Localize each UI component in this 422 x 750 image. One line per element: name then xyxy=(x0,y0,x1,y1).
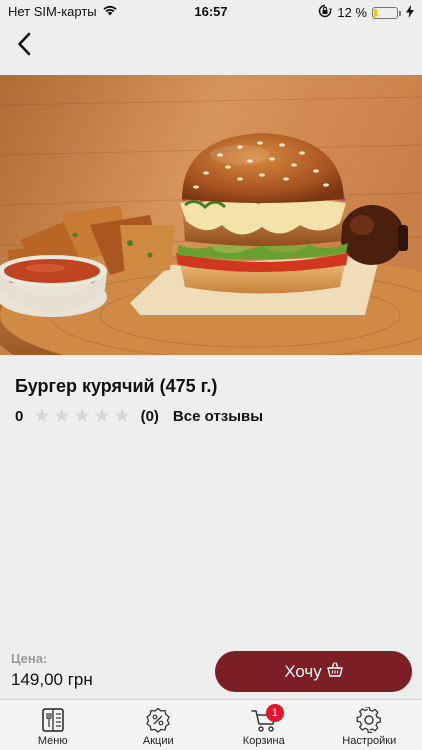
status-right: 12 % xyxy=(318,4,414,21)
basket-icon xyxy=(327,661,343,682)
battery-percent: 12 % xyxy=(337,5,367,20)
battery-icon xyxy=(372,6,401,19)
want-button-label: Хочу xyxy=(284,661,322,681)
star-icon: ★ xyxy=(113,405,131,427)
chevron-left-icon xyxy=(17,32,31,61)
tab-bar: Меню Акции 1 Корзина Настройки xyxy=(0,699,422,750)
cart-icon: 1 xyxy=(249,704,284,733)
rating-row: 0 ★ ★ ★ ★ ★ (0) Все отзывы xyxy=(15,406,263,426)
orientation-lock-icon xyxy=(318,4,333,21)
nav-bar xyxy=(0,22,422,74)
rating-value: 0 xyxy=(15,407,24,425)
tab-cart[interactable]: 1 Корзина xyxy=(211,700,317,750)
tab-settings[interactable]: Настройки xyxy=(317,700,422,750)
gear-icon xyxy=(354,707,384,733)
tab-promotions[interactable]: Акции xyxy=(106,700,212,750)
cart-badge: 1 xyxy=(265,704,284,722)
all-reviews-link[interactable]: Все отзывы xyxy=(173,408,263,425)
percent-badge-icon xyxy=(143,707,173,733)
tab-menu-label: Меню xyxy=(37,735,68,747)
tab-settings-label: Настройки xyxy=(342,735,397,747)
back-button[interactable] xyxy=(6,28,42,64)
price-label: Цена: xyxy=(11,651,48,666)
burger-photo xyxy=(0,75,422,355)
star-icon: ★ xyxy=(33,405,51,427)
tab-promotions-label: Акции xyxy=(142,735,174,747)
star-icon: ★ xyxy=(93,405,111,427)
price-value: 149,00 грн xyxy=(11,670,93,689)
product-title: Бургер курячий (475 г.) xyxy=(15,376,218,396)
want-button[interactable]: Хочу xyxy=(215,651,412,692)
menu-book-icon xyxy=(38,707,68,733)
status-bar: Нет SIM-карты 16:57 12 % xyxy=(0,0,422,22)
reviews-count: (0) xyxy=(140,407,159,425)
charging-icon xyxy=(406,4,414,21)
tab-menu[interactable]: Меню xyxy=(0,700,106,750)
battery-level xyxy=(374,8,377,17)
product-image xyxy=(0,75,422,355)
star-icon: ★ xyxy=(73,405,91,427)
star-icon: ★ xyxy=(53,405,71,427)
tab-cart-label: Корзина xyxy=(242,735,285,747)
rating-stars: ★ ★ ★ ★ ★ xyxy=(33,407,130,426)
